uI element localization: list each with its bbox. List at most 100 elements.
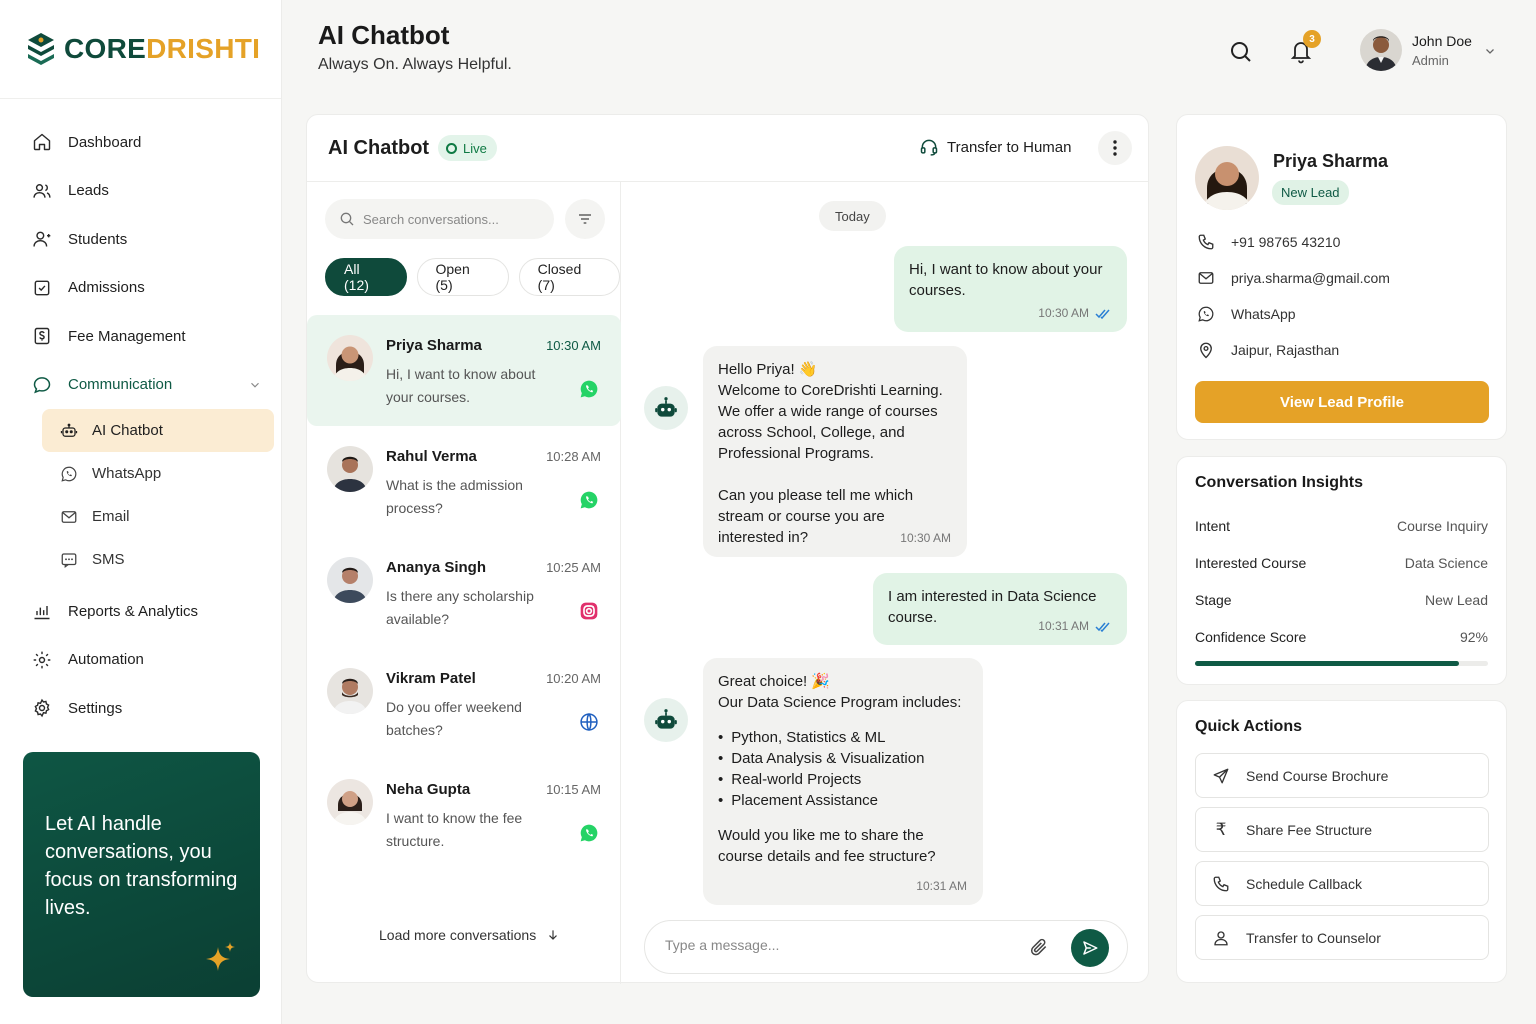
list-item: Python, Statistics & ML [718,727,968,748]
list-item[interactable]: Neha Gupta 10:15 AM I want to know the f… [307,759,621,870]
insight-value: Data Science [1404,555,1488,571]
conversation-preview: Hi, I want to know about your courses. [386,366,536,405]
sub-item-email[interactable]: Email [42,495,274,538]
transfer-to-human-button[interactable]: Transfer to Human [919,137,1072,157]
transfer-to-counselor-button[interactable]: Transfer to Counselor [1195,915,1489,960]
robot-icon [60,423,78,437]
search-input[interactable] [363,211,543,227]
main-nav: Dashboard Leads Students Admissions Fee … [22,118,274,733]
list-item: Real-world Projects [718,769,968,790]
conversation-list: Priya Sharma 10:30 AM Hi, I want to know… [307,315,621,870]
list-item[interactable]: Vikram Patel 10:20 AM Do you offer weeke… [307,648,621,759]
avatar [327,557,373,603]
feature-list: Python, Statistics & ML Data Analysis & … [718,727,968,811]
schedule-callback-button[interactable]: Schedule Callback [1195,861,1489,906]
list-item[interactable]: Rahul Verma 10:28 AM What is the admissi… [307,426,621,537]
chevron-down-icon[interactable] [1484,45,1496,57]
tab-all[interactable]: All (12) [325,258,407,296]
user-menu[interactable]: John Doe Admin [1360,29,1472,71]
avatar [327,668,373,714]
insight-value: Course Inquiry [1396,518,1488,534]
headset-icon [920,139,938,156]
nav-label: Automation [68,651,144,669]
mail-icon [1198,272,1214,284]
message-time-text: 10:30 AM [1038,306,1089,320]
message-thread: Today Hi, I want to know about your cour… [622,182,1150,984]
more-options-button[interactable] [1098,131,1132,165]
checkbox-icon [34,280,50,296]
send-course-brochure-button[interactable]: Send Course Brochure [1195,753,1489,798]
view-lead-profile-button[interactable]: View Lead Profile [1195,381,1489,423]
conversation-name: Priya Sharma [386,337,482,354]
avatar [327,779,373,825]
nav-item-fee-management[interactable]: Fee Management [22,312,274,361]
status-badge: Live [438,135,497,161]
message-input[interactable] [665,937,995,953]
avatar [1195,146,1259,210]
send-button[interactable] [1071,929,1109,967]
search-box [325,199,554,239]
student-icon [33,231,51,247]
sub-item-whatsapp[interactable]: WhatsApp [42,452,274,495]
bot-avatar [644,386,688,430]
nav-item-dashboard[interactable]: Dashboard [22,118,274,167]
brand-logo[interactable]: COREDRISHTI [26,32,260,66]
notification-badge: 3 [1303,30,1321,48]
kebab-icon [1113,140,1117,156]
nav-item-leads[interactable]: Leads [22,167,274,216]
sub-item-ai-chatbot[interactable]: AI Chatbot [42,409,274,452]
conversation-insights: Conversation Insights Intent Course Inqui… [1176,456,1507,685]
nav-label: Settings [68,699,123,717]
sub-item-sms[interactable]: SMS [42,538,274,581]
message-text: Our Data Science Program includes: [718,694,962,711]
conversation-time: 10:25 AM [546,560,601,575]
filter-button[interactable] [565,199,605,239]
arrow-down-icon [549,930,558,940]
message-outgoing: Hi, I want to know about your courses. 1… [894,246,1127,332]
nav-item-settings[interactable]: Settings [22,684,274,733]
sub-label: WhatsApp [92,465,162,482]
chat-header: AI Chatbot Live Transfer to Human [307,115,1148,182]
user-name: John Doe [1412,32,1472,49]
lead-name: Priya Sharma [1273,151,1389,171]
chart-icon [34,606,50,620]
message-time: 10:31 AM [916,879,967,893]
phone-icon [1213,876,1229,891]
search-icon[interactable] [1229,40,1253,64]
divider [0,98,281,99]
load-more-button[interactable]: Load more conversations [379,927,560,943]
insight-value: 92% [1459,629,1488,645]
conversation-preview: What is the admission process? [386,477,523,516]
share-fee-structure-button[interactable]: ₹ Share Fee Structure [1195,807,1489,852]
chevron-down-icon [251,382,259,388]
user-info: John Doe Admin [1412,33,1472,68]
brand-name-part1: CORE [64,33,147,64]
nav-item-automation[interactable]: Automation [22,636,274,685]
avatar [327,446,373,492]
robot-icon [655,709,677,729]
nav-item-communication[interactable]: Communication [22,361,274,410]
conversation-time: 10:20 AM [546,671,601,686]
tab-closed[interactable]: Closed (7) [518,258,620,296]
list-item[interactable]: Ananya Singh 10:25 AM Is there any schol… [307,537,621,648]
message-text: Hi, I want to know about your courses. [909,261,1103,299]
nav-label: Leads [68,182,109,200]
paperclip-icon[interactable] [1029,937,1049,957]
home-icon [33,134,51,151]
insight-row: Confidence Score 92% [1195,629,1488,645]
promo-card: Let AI handle conversations, you focus o… [23,752,260,997]
phone-icon [1198,234,1214,250]
instagram-icon [580,602,598,620]
user-icon [1214,930,1228,945]
nav-item-students[interactable]: Students [22,215,274,264]
insight-value: New Lead [1424,592,1488,608]
nav-item-reports[interactable]: Reports & Analytics [22,587,274,636]
insight-key: Intent [1195,518,1231,534]
rupee-icon: ₹ [1215,819,1227,839]
nav-item-admissions[interactable]: Admissions [22,264,274,313]
conversation-preview: Do you offer weekend batches? [386,699,522,738]
search-icon [340,212,354,226]
tab-open[interactable]: Open (5) [416,258,509,296]
communication-submenu: AI Chatbot WhatsApp Email SMS [22,409,274,581]
list-item[interactable]: Priya Sharma 10:30 AM Hi, I want to know… [307,315,621,426]
